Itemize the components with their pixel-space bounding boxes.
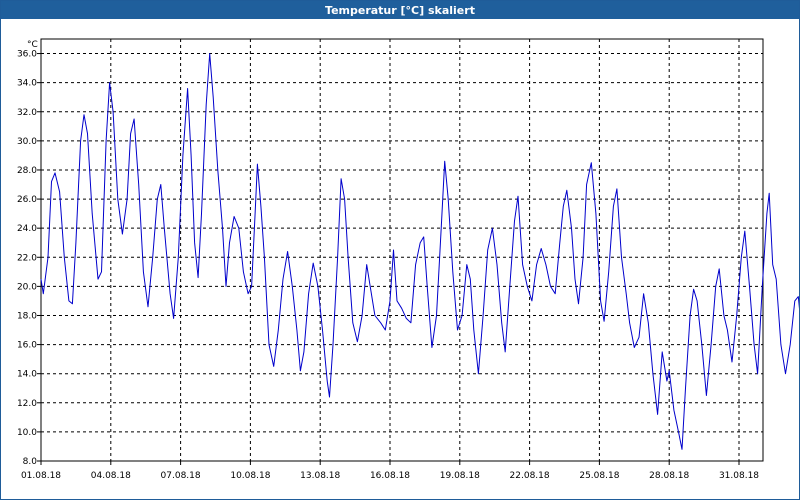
chart-window: Temperatur [°C] skaliert 8.0 10.0 12.0 14.0… bbox=[0, 0, 800, 500]
x-tick-label: 04.08.18 bbox=[91, 471, 131, 481]
x-tick-label: 13.08.18 bbox=[300, 471, 340, 481]
x-tick-label: 10.08.18 bbox=[230, 471, 270, 481]
y-tick-label: 28.0 bbox=[17, 166, 37, 176]
plot-frame bbox=[40, 38, 764, 462]
x-tick-label: 01.08.18 bbox=[21, 471, 61, 481]
y-tick-label: 30.0 bbox=[17, 137, 37, 147]
y-tick-label: 16.0 bbox=[17, 341, 37, 351]
x-tick-label: 25.08.18 bbox=[579, 471, 619, 481]
y-tick-label: 22.0 bbox=[17, 253, 37, 263]
chart-axes bbox=[37, 38, 764, 465]
chart-canvas: 8.0 10.0 12.0 14.0 16.0 18.0 20.0 22.0 24.0 26.0 2… bbox=[17, 38, 799, 481]
y-axis-label: °C bbox=[27, 40, 38, 50]
chart-grid bbox=[40, 39, 763, 462]
y-tick-label: 32.0 bbox=[17, 108, 37, 118]
temperature-series-line bbox=[40, 53, 799, 450]
y-tick-label: 24.0 bbox=[17, 224, 37, 234]
x-axis-ticks: 01.08.18 04.08.18 07.08.18 10.08.18 13.08.18… bbox=[21, 471, 759, 481]
x-tick-label: 22.08.18 bbox=[510, 471, 550, 481]
y-tick-label: 14.0 bbox=[17, 370, 37, 380]
series-layer bbox=[40, 53, 799, 450]
y-tick-label: 10.0 bbox=[17, 428, 37, 438]
x-tick-label: 31.08.18 bbox=[719, 471, 759, 481]
y-tick-label: 36.0 bbox=[17, 50, 37, 60]
y-axis-ticks: 8.0 10.0 12.0 14.0 16.0 18.0 20.0 22.0 24.0 26.0 2… bbox=[17, 50, 37, 467]
x-tick-label: 16.08.18 bbox=[370, 471, 410, 481]
y-tick-label: 8.0 bbox=[23, 457, 38, 467]
y-tick-label: 20.0 bbox=[17, 282, 37, 292]
x-tick-label: 07.08.18 bbox=[161, 471, 201, 481]
x-tick-label: 19.08.18 bbox=[440, 471, 480, 481]
x-tick-label: 28.08.18 bbox=[649, 471, 689, 481]
y-tick-label: 34.0 bbox=[17, 79, 37, 89]
y-tick-label: 18.0 bbox=[17, 311, 37, 321]
y-tick-label: 12.0 bbox=[17, 399, 37, 409]
y-tick-label: 26.0 bbox=[17, 195, 37, 205]
